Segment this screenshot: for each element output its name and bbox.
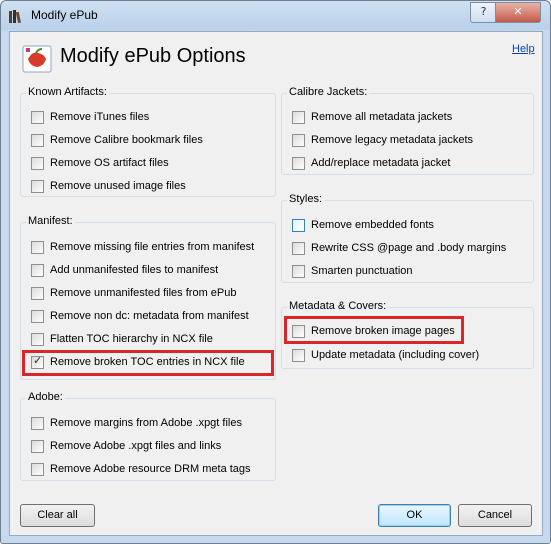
- option-remove-adobe-drm-tags[interactable]: Remove Adobe resource DRM meta tags: [31, 460, 251, 478]
- checkbox[interactable]: [31, 263, 44, 277]
- option-label: Remove missing file entries from manifes…: [50, 241, 255, 253]
- group-title: Known Artifacts:: [26, 86, 109, 98]
- dialog-body: Modify ePub Options Help Known Artifacts…: [9, 31, 543, 536]
- checkbox[interactable]: [31, 133, 44, 147]
- checkbox[interactable]: [292, 110, 305, 124]
- ok-button[interactable]: OK: [378, 504, 451, 527]
- cancel-button[interactable]: Cancel: [458, 504, 532, 527]
- option-label: Rewrite CSS @page and .body margins: [311, 242, 507, 254]
- group-title: Calibre Jackets:: [287, 86, 370, 98]
- checkbox[interactable]: [292, 218, 305, 232]
- option-label: Remove Adobe resource DRM meta tags: [50, 463, 251, 475]
- group-title: Adobe:: [26, 391, 65, 403]
- option-label: Remove all metadata jackets: [311, 111, 453, 123]
- highlight-box-toc-entries: [22, 350, 274, 376]
- option-remove-legacy-metadata-jackets[interactable]: Remove legacy metadata jackets: [292, 131, 473, 149]
- title-bar[interactable]: Modify ePub ? ✕: [1, 1, 550, 31]
- option-remove-embedded-fonts[interactable]: Remove embedded fonts: [292, 216, 434, 234]
- option-remove-missing-file-entries[interactable]: Remove missing file entries from manifes…: [31, 238, 254, 256]
- checkbox[interactable]: [292, 133, 305, 147]
- option-remove-calibre-bookmark-files[interactable]: Remove Calibre bookmark files: [31, 131, 203, 149]
- option-add-replace-metadata-jacket[interactable]: Add/replace metadata jacket: [292, 154, 450, 172]
- option-label: Flatten TOC hierarchy in NCX file: [50, 333, 213, 345]
- option-label: Remove unmanifested files from ePub: [50, 287, 237, 299]
- option-remove-all-metadata-jackets[interactable]: Remove all metadata jackets: [292, 108, 452, 126]
- option-remove-adobe-margins[interactable]: Remove margins from Adobe .xpgt files: [31, 414, 242, 432]
- checkbox[interactable]: [31, 439, 44, 453]
- option-remove-non-dc-metadata[interactable]: Remove non dc: metadata from manifest: [31, 307, 249, 325]
- modify-epub-icon: [22, 45, 52, 73]
- option-rewrite-css-margins[interactable]: Rewrite CSS @page and .body margins: [292, 239, 506, 257]
- books-icon: [9, 10, 21, 24]
- window-title: Modify ePub: [31, 8, 98, 22]
- option-update-metadata[interactable]: Update metadata (including cover): [292, 346, 479, 364]
- group-styles: Styles: Remove embedded fonts Rewrite CS…: [281, 193, 534, 283]
- checkbox[interactable]: [292, 156, 305, 170]
- option-label: Add/replace metadata jacket: [311, 157, 451, 169]
- option-label: Remove embedded fonts: [311, 219, 434, 231]
- option-label: Remove Adobe .xpgt files and links: [50, 440, 222, 452]
- option-remove-unmanifested-files[interactable]: Remove unmanifested files from ePub: [31, 284, 236, 302]
- checkbox[interactable]: [31, 309, 44, 323]
- help-link[interactable]: Help: [512, 43, 535, 55]
- option-label: Add unmanifested files to manifest: [50, 264, 219, 276]
- group-title: Styles:: [287, 193, 325, 205]
- clear-all-button[interactable]: Clear all: [20, 504, 95, 527]
- option-label: Update metadata (including cover): [311, 349, 480, 361]
- checkbox[interactable]: [31, 332, 44, 346]
- group-title: Manifest:: [26, 215, 75, 227]
- highlight-box-broken-image-pages: [284, 316, 464, 344]
- checkbox[interactable]: [31, 156, 44, 170]
- checkbox[interactable]: [292, 264, 305, 278]
- group-known-artifacts: Known Artifacts: Remove iTunes files Rem…: [20, 86, 276, 197]
- option-add-unmanifested-files[interactable]: Add unmanifested files to manifest: [31, 261, 218, 279]
- option-label: Remove iTunes files: [50, 111, 150, 123]
- option-remove-os-artifact-files[interactable]: Remove OS artifact files: [31, 154, 169, 172]
- option-smarten-punctuation[interactable]: Smarten punctuation: [292, 262, 413, 280]
- group-title: Metadata & Covers:: [287, 300, 389, 312]
- close-button[interactable]: ✕: [495, 2, 541, 23]
- checkbox[interactable]: [31, 462, 44, 476]
- checkbox[interactable]: [292, 241, 305, 255]
- option-label: Remove legacy metadata jackets: [311, 134, 474, 146]
- option-remove-adobe-xpgt-files[interactable]: Remove Adobe .xpgt files and links: [31, 437, 221, 455]
- checkbox[interactable]: [31, 179, 44, 193]
- option-label: Remove margins from Adobe .xpgt files: [50, 417, 242, 429]
- option-flatten-toc-hierarchy[interactable]: Flatten TOC hierarchy in NCX file: [31, 330, 213, 348]
- group-calibre-jackets: Calibre Jackets: Remove all metadata jac…: [281, 86, 534, 175]
- option-label: Remove OS artifact files: [50, 157, 169, 169]
- option-label: Remove Calibre bookmark files: [50, 134, 203, 146]
- checkbox[interactable]: [31, 286, 44, 300]
- checkbox[interactable]: [31, 416, 44, 430]
- page-title: Modify ePub Options: [60, 45, 246, 67]
- option-label: Remove non dc: metadata from manifest: [50, 310, 249, 322]
- checkbox[interactable]: [292, 348, 305, 362]
- checkbox[interactable]: [31, 110, 44, 124]
- title-help-button[interactable]: ?: [470, 2, 497, 23]
- option-label: Remove unused image files: [50, 180, 186, 192]
- option-remove-itunes-files[interactable]: Remove iTunes files: [31, 108, 149, 126]
- checkbox[interactable]: [31, 240, 44, 254]
- option-remove-unused-image-files[interactable]: Remove unused image files: [31, 177, 186, 195]
- modify-epub-dialog: Modify ePub ? ✕ Modify ePub Options Help…: [0, 0, 551, 544]
- option-label: Smarten punctuation: [311, 265, 413, 277]
- group-adobe: Adobe: Remove margins from Adobe .xpgt f…: [20, 391, 276, 481]
